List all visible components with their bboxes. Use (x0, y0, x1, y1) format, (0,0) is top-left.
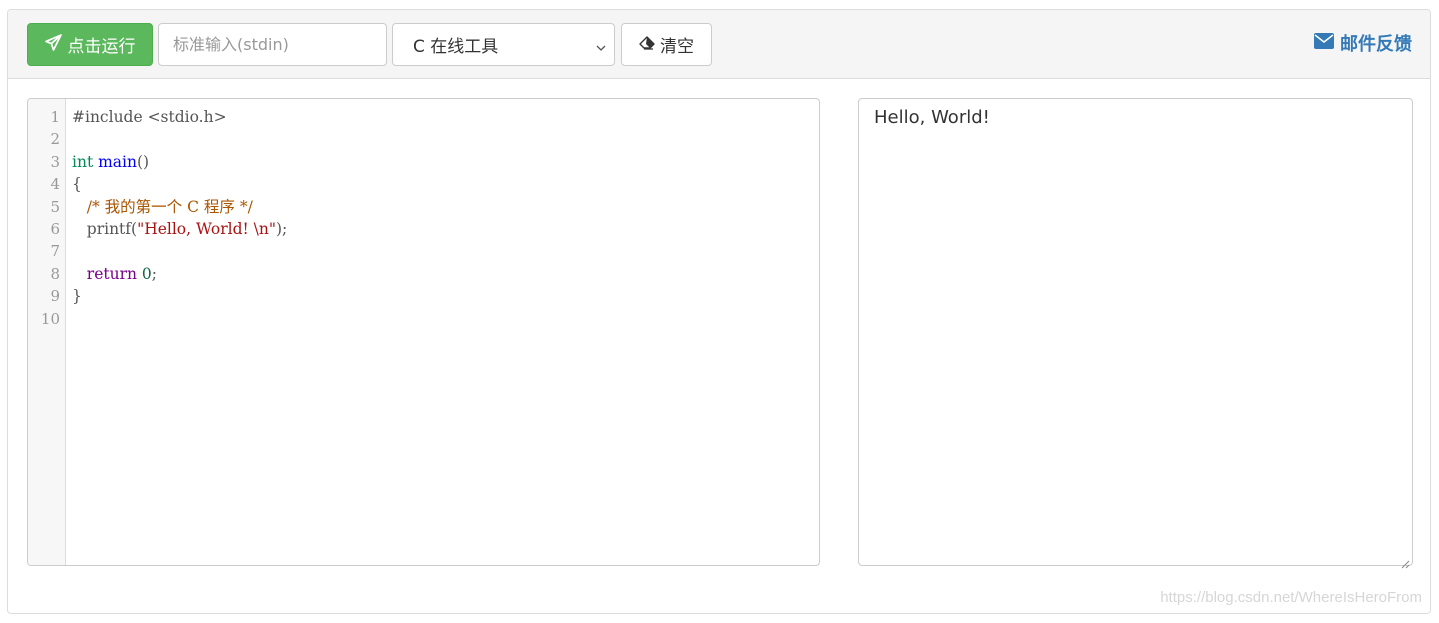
code-token-keyword: return (86, 264, 137, 283)
code-line: printf("Hello, World! \n"); (72, 218, 819, 240)
code-line: /* 我的第一个 C 程序 */ (72, 196, 819, 218)
code-line: int main() (72, 151, 819, 173)
toolbar: 点击运行 C 在线工具 清空 邮件反馈 (8, 10, 1430, 79)
code-editor[interactable]: 1 2 3 4 5 6 7 8 9 10 #include <stdio.h> int main()… (27, 98, 820, 566)
language-select[interactable]: C 在线工具 (392, 23, 615, 66)
code-token-string: "Hello, World! \n" (137, 219, 276, 238)
watermark: https://blog.csdn.net/WhereIsHeroFrom (1160, 589, 1422, 606)
eraser-icon (639, 35, 655, 55)
run-button-label: 点击运行 (67, 37, 136, 57)
code-token-plain: } (72, 287, 82, 306)
code-token-plain: ; (151, 264, 158, 283)
email-feedback-link[interactable]: 邮件反馈 (1314, 30, 1412, 56)
line-number: 5 (50, 197, 60, 216)
stdin-input[interactable] (158, 23, 387, 66)
line-number: 7 (50, 242, 60, 261)
line-number: 2 (50, 130, 60, 149)
line-number: 3 (50, 152, 60, 171)
code-token-type: int (72, 152, 94, 171)
language-select-value: C 在线工具 (413, 37, 499, 57)
feedback-label: 邮件反馈 (1340, 34, 1412, 55)
code-token-plain: ); (276, 219, 288, 238)
code-token-plain: () (137, 152, 150, 171)
code-line: return 0; (72, 263, 819, 285)
line-number: 6 (50, 219, 60, 238)
line-number: 4 (50, 175, 60, 194)
envelope-icon (1314, 32, 1334, 54)
clear-button[interactable]: 清空 (621, 23, 712, 66)
code-token-number: 0 (141, 264, 152, 283)
code-token-comment: /* 我的第一个 C 程序 */ (86, 197, 253, 216)
code-line: } (72, 285, 819, 307)
line-number-gutter: 1 2 3 4 5 6 7 8 9 10 (28, 99, 66, 565)
resize-handle-icon[interactable] (1400, 553, 1410, 569)
code-line: { (72, 173, 819, 195)
code-area[interactable]: #include <stdio.h> int main() { /* 我的第一个 C… (72, 106, 819, 330)
chevron-down-icon (595, 39, 607, 51)
output-panel[interactable]: Hello, World! (858, 98, 1413, 569)
run-button[interactable]: 点击运行 (27, 23, 153, 66)
code-token-meta: #include <stdio.h> (72, 108, 227, 126)
line-number: 1 (50, 108, 60, 126)
paper-plane-icon (44, 33, 62, 56)
code-token-def: main (98, 152, 137, 171)
line-number: 8 (50, 264, 60, 283)
clear-button-label: 清空 (660, 37, 694, 57)
line-number: 9 (50, 287, 60, 306)
code-token-plain: { (72, 175, 82, 194)
code-token-plain: printf( (72, 219, 138, 238)
line-number: 10 (40, 309, 60, 328)
code-line: #include <stdio.h> (72, 106, 819, 128)
output-text: Hello, World! (874, 107, 990, 128)
compiler-panel: 点击运行 C 在线工具 清空 邮件反馈 1 2 3 4 5 6 7 8 9 10 #include… (7, 9, 1431, 614)
